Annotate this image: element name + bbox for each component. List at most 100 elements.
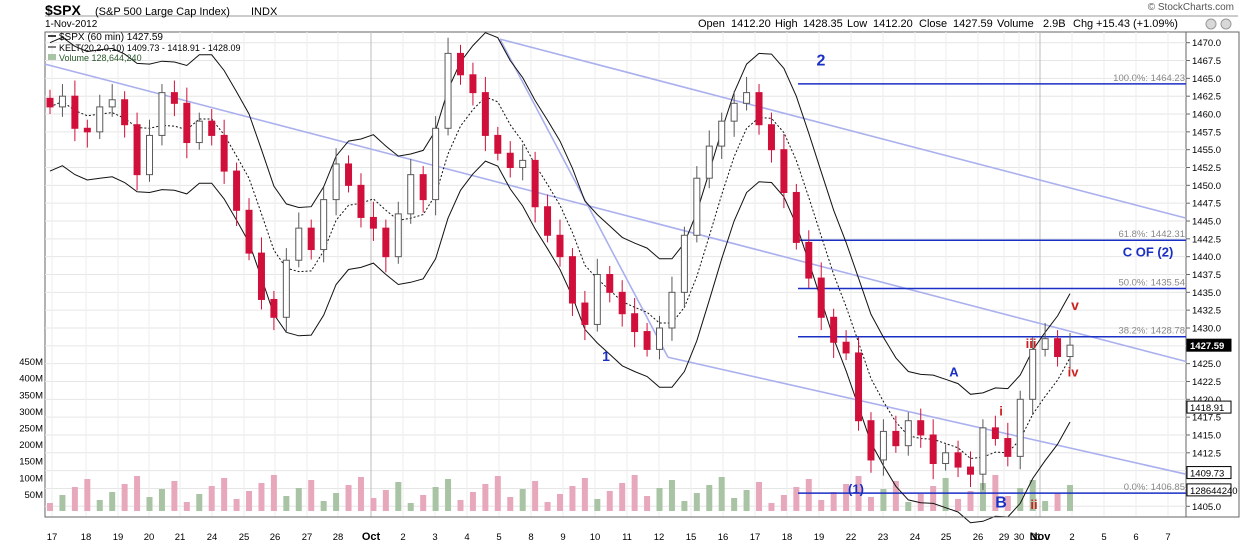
y-tick-label: 1440.0 — [1192, 252, 1221, 263]
minimize-icon — [1205, 18, 1217, 30]
candle-body — [705, 145, 713, 179]
x-tick-label: 17 — [47, 532, 58, 543]
wave-label: iii — [1026, 336, 1037, 351]
x-tick-label: 26 — [973, 532, 984, 543]
vol-tick-label: 350M — [19, 390, 43, 401]
volume-bar — [221, 478, 228, 511]
volume-bar — [183, 502, 190, 511]
watermark: © StockCharts.com — [1148, 2, 1234, 13]
volume-bar — [507, 497, 514, 511]
candle-body — [743, 92, 751, 104]
candle — [792, 183, 800, 250]
fib-label: 50.0%: 1435.54 — [1118, 277, 1185, 288]
candle-body — [481, 92, 489, 136]
volume-bar — [395, 482, 402, 511]
candle-body — [407, 174, 415, 215]
x-tick-label: 28 — [333, 532, 344, 543]
candle-body — [170, 92, 178, 104]
candle-body — [332, 163, 340, 201]
volume-bar — [47, 503, 53, 511]
candle-body — [593, 274, 601, 325]
wave-label: (1) — [848, 481, 864, 496]
volume-bar — [59, 495, 66, 511]
volume-bar — [283, 496, 290, 511]
volume-bar — [333, 493, 340, 511]
candle-body — [46, 97, 54, 108]
candle-body — [195, 120, 203, 144]
candle-body — [1016, 398, 1024, 457]
volume-bar — [594, 499, 601, 511]
candle-body — [282, 259, 290, 318]
volume-bar — [407, 503, 414, 511]
volume-bar — [420, 495, 427, 511]
date-axis: 17 18 19 20 21 24 25 26 27 28 Oct 2 3 4 5 8 9 10 11 12 15 16 1… — [45, 516, 1186, 543]
candle-body — [867, 420, 875, 461]
volume-bar — [731, 498, 738, 511]
vol-tick-label: 300M — [19, 407, 43, 418]
candle-body — [693, 177, 701, 236]
x-tick-label: 20 — [144, 532, 155, 543]
candle-body — [394, 213, 402, 258]
wave-label: v — [1071, 297, 1079, 313]
volume-bar — [84, 479, 91, 511]
volume-bar — [793, 487, 800, 511]
fib-label: 61.8%: 1442.31 — [1118, 229, 1185, 240]
volume-bar — [930, 486, 937, 511]
candle-body — [233, 170, 241, 211]
fib-label: 38.2%: 1428.78 — [1118, 326, 1185, 337]
candle-body — [270, 298, 278, 318]
chart-date: 1-Nov-2012 — [45, 19, 98, 30]
volume-bar — [743, 490, 750, 511]
y-tick-label: 1415.0 — [1192, 430, 1221, 441]
volume-bar — [668, 480, 675, 511]
volume-bar — [867, 497, 874, 511]
x-tick-label: 6 — [1133, 532, 1138, 543]
y-tick-label: 1435.0 — [1192, 288, 1221, 299]
volume-bar — [905, 502, 912, 511]
symbol-title: $SPX — [45, 2, 81, 18]
y-tick-label: 1455.0 — [1192, 145, 1221, 156]
x-tick-label: 22 — [846, 532, 857, 543]
y-tick-label: 1450.0 — [1192, 181, 1221, 192]
candle-body — [320, 199, 328, 251]
candle-body — [855, 352, 863, 422]
candle-body — [954, 452, 962, 468]
x-tick-label: 16 — [718, 532, 729, 543]
price-tag-label: 1427.59 — [1190, 341, 1224, 352]
volume-bar — [258, 483, 265, 511]
volume-bar — [818, 500, 825, 511]
candle-body — [96, 106, 104, 133]
close-icon — [1220, 18, 1232, 30]
volume-bar — [532, 481, 539, 511]
candle-body — [469, 74, 477, 94]
candle-body — [581, 302, 589, 325]
candle-body — [606, 274, 614, 293]
x-tick-label: 10 — [590, 532, 601, 543]
volume-bar — [768, 503, 775, 511]
volume-bar — [445, 479, 452, 511]
price-tag-label: 1418.91 — [1190, 403, 1224, 414]
vol-tick-label: 400M — [19, 374, 43, 385]
volume-bar — [382, 490, 389, 511]
vol-tick-label: 150M — [19, 457, 43, 468]
x-tick-label: 9 — [560, 532, 565, 543]
volume-bar — [146, 497, 153, 511]
x-tick-label: 11 — [622, 532, 632, 543]
candle-body — [904, 420, 912, 447]
candle-body — [133, 124, 141, 176]
candle-body — [1041, 338, 1049, 350]
candle-body — [146, 134, 154, 176]
volume-bar — [557, 494, 563, 511]
candle-body — [817, 277, 825, 318]
high-value: 1428.35 — [803, 18, 843, 30]
volume-bar — [681, 501, 688, 511]
volume-label: Volume — [997, 18, 1034, 30]
candle-body — [942, 452, 950, 465]
close-label: Close — [919, 18, 947, 30]
volume-bar — [109, 492, 116, 511]
candle-body — [767, 124, 775, 151]
candle-body — [506, 152, 514, 169]
wave-label: 1 — [602, 348, 610, 364]
volume-bar — [805, 479, 812, 511]
y-tick-label: 1445.0 — [1192, 217, 1221, 228]
